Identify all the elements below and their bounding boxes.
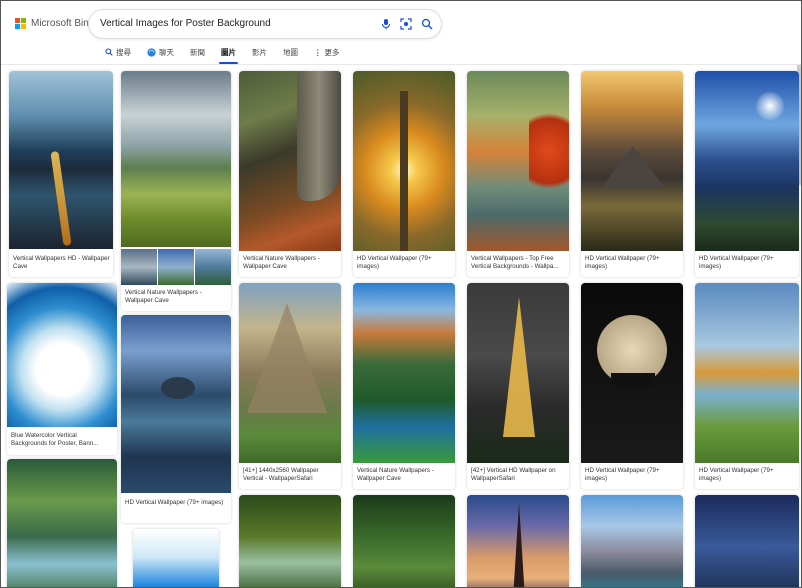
bing-logo[interactable]: Microsoft Bing bbox=[15, 18, 94, 29]
result-image bbox=[121, 71, 231, 247]
result-caption: HD Vertical Wallpaper (79+ images) bbox=[125, 499, 224, 506]
tab-chat[interactable]: 聊天 bbox=[139, 45, 182, 59]
search-icon[interactable] bbox=[421, 18, 433, 30]
tab-label: 聊天 bbox=[159, 47, 174, 57]
image-result-card[interactable]: HD Vertical Wallpaper (79+ images) bbox=[695, 71, 799, 277]
image-result-card[interactable] bbox=[7, 459, 117, 587]
image-result-card[interactable] bbox=[239, 495, 341, 587]
result-image bbox=[7, 283, 117, 427]
microphone-icon[interactable] bbox=[380, 18, 392, 30]
logo-text: Microsoft Bing bbox=[31, 18, 95, 29]
result-image bbox=[467, 283, 569, 463]
result-image bbox=[467, 495, 569, 587]
result-caption: HD Vertical Wallpaper (79+ images) bbox=[699, 255, 774, 270]
result-caption: Vertical Nature Wallpapers - Wallpaper C… bbox=[357, 467, 434, 482]
result-caption: Vertical Nature Wallpapers - Wallpaper C… bbox=[125, 289, 202, 304]
tab-label: 影片 bbox=[252, 47, 267, 57]
result-caption: HD Vertical Wallpaper (79+ images) bbox=[585, 467, 660, 482]
tab-label: 圖片 bbox=[221, 47, 236, 57]
image-result-card[interactable]: Vertical Nature Wallpapers - Wallpaper C… bbox=[239, 71, 341, 277]
tab-images[interactable]: 圖片 bbox=[213, 45, 244, 64]
image-result-card[interactable]: HD Vertical Wallpaper (79+ images) bbox=[695, 283, 799, 489]
result-caption: HD Vertical Wallpaper (79+ images) bbox=[357, 255, 432, 270]
search-icon bbox=[105, 48, 113, 56]
result-image bbox=[695, 495, 799, 587]
tab-search[interactable]: 搜尋 bbox=[97, 45, 139, 59]
result-image bbox=[581, 495, 683, 587]
result-image bbox=[9, 71, 113, 249]
visual-search-icon[interactable] bbox=[400, 18, 412, 30]
image-result-card[interactable]: Blue Watercolor Vertical Backgrounds for… bbox=[7, 283, 117, 455]
image-result-card[interactable] bbox=[581, 495, 683, 587]
result-image bbox=[581, 71, 683, 251]
tab-more[interactable]: ⋮ 更多 bbox=[306, 45, 348, 59]
result-image bbox=[239, 283, 341, 463]
image-result-card[interactable]: [41+] 1440x2560 Wallpaper Vertical - Wal… bbox=[239, 283, 341, 489]
image-result-card[interactable] bbox=[695, 495, 799, 587]
tab-label: 地圖 bbox=[283, 47, 298, 57]
result-caption: [41+] 1440x2560 Wallpaper Vertical - Wal… bbox=[243, 467, 319, 482]
image-result-card[interactable]: Vertical Wallpapers - Top Free Vertical … bbox=[467, 71, 569, 277]
result-image bbox=[239, 495, 341, 587]
result-caption: Blue Watercolor Vertical Backgrounds for… bbox=[11, 432, 99, 447]
image-result-card[interactable] bbox=[467, 495, 569, 587]
scope-tabs: 搜尋 聊天 新聞 圖片 影片 地圖 ⋮ 更多 bbox=[97, 45, 348, 64]
image-result-card[interactable]: Vertical Wallpapers HD - Wallpaper Cave bbox=[9, 71, 113, 277]
tab-videos[interactable]: 影片 bbox=[244, 45, 275, 59]
tab-news[interactable]: 新聞 bbox=[182, 45, 213, 59]
result-caption: HD Vertical Wallpaper (79+ images) bbox=[699, 467, 774, 482]
image-result-card[interactable]: Vertical Nature Wallpapers - Wallpaper C… bbox=[353, 283, 455, 489]
result-caption: Vertical Nature Wallpapers - Wallpaper C… bbox=[243, 255, 320, 270]
result-image bbox=[133, 529, 219, 587]
result-image bbox=[353, 283, 455, 463]
result-image bbox=[467, 71, 569, 251]
search-box[interactable]: Vertical Images for Poster Background bbox=[89, 10, 441, 38]
search-input[interactable]: Vertical Images for Poster Background bbox=[100, 18, 271, 29]
tab-label: 更多 bbox=[324, 47, 340, 57]
result-image bbox=[353, 71, 455, 251]
image-result-card[interactable] bbox=[353, 495, 455, 587]
image-result-card[interactable]: HD Vertical Wallpaper (79+ images) bbox=[121, 315, 231, 523]
result-image bbox=[695, 283, 799, 463]
tab-label: 搜尋 bbox=[116, 47, 131, 57]
result-image bbox=[7, 459, 117, 587]
image-result-card[interactable]: Vertical Nature Wallpapers - Wallpaper C… bbox=[121, 71, 231, 311]
image-result-card[interactable]: HD Vertical Wallpaper (79+ images) bbox=[353, 71, 455, 277]
result-image bbox=[581, 283, 683, 463]
more-dots-icon: ⋮ bbox=[314, 47, 322, 57]
tab-label: 新聞 bbox=[190, 47, 205, 57]
image-result-card[interactable] bbox=[133, 529, 219, 587]
result-caption: [42+] Vertical HD Wallpaper on Wallpaper… bbox=[471, 467, 556, 482]
bing-images-page: Microsoft Bing Vertical Images for Poste… bbox=[0, 0, 802, 588]
tab-maps[interactable]: 地圖 bbox=[275, 45, 306, 59]
result-image bbox=[121, 315, 231, 493]
copilot-chat-icon bbox=[147, 47, 156, 57]
result-caption: HD Vertical Wallpaper (79+ images) bbox=[585, 255, 660, 270]
result-image bbox=[695, 71, 799, 251]
header: Microsoft Bing Vertical Images for Poste… bbox=[1, 1, 801, 65]
result-image bbox=[353, 495, 455, 587]
image-result-card[interactable]: HD Vertical Wallpaper (79+ images) bbox=[581, 71, 683, 277]
result-caption: Vertical Wallpapers HD - Wallpaper Cave bbox=[13, 255, 110, 270]
image-result-card[interactable]: [42+] Vertical HD Wallpaper on Wallpaper… bbox=[467, 283, 569, 489]
microsoft-logo-icon bbox=[15, 18, 26, 29]
image-result-card[interactable]: HD Vertical Wallpaper (79+ images) bbox=[581, 283, 683, 489]
result-caption: Vertical Wallpapers - Top Free Vertical … bbox=[471, 255, 559, 270]
result-image bbox=[239, 71, 341, 251]
related-thumbnails[interactable] bbox=[121, 249, 231, 285]
